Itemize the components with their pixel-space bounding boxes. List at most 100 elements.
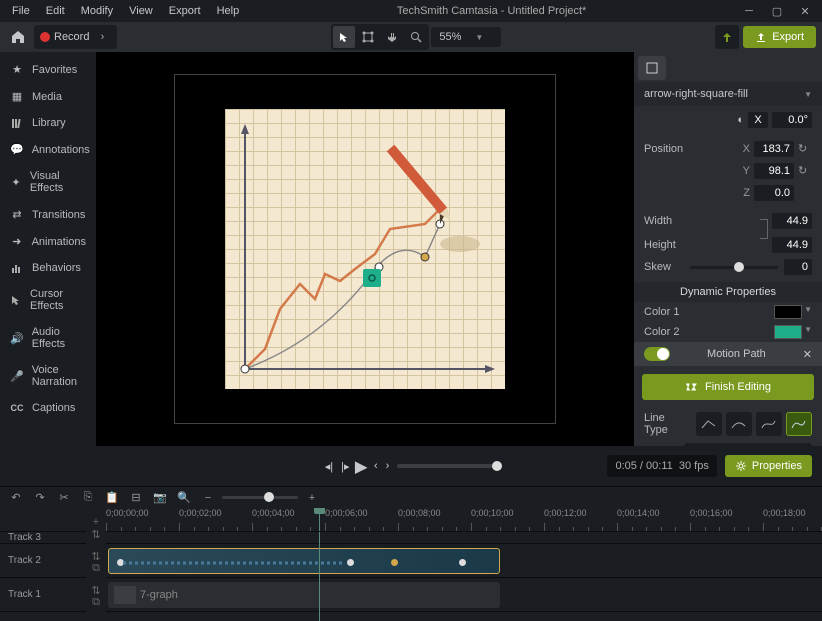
properties-button[interactable]: Properties <box>725 455 812 477</box>
media-clip[interactable]: 7-graph <box>108 582 500 608</box>
track-options-button[interactable]: ⇅ <box>86 528 106 540</box>
reset-icon[interactable]: ↻ <box>798 142 812 156</box>
main-toolbar: Record › 55% ▼ Export <box>0 22 822 52</box>
timeline-tracks[interactable]: 0;00;05;27 0;00;00;000;00;02;000;00;04;0… <box>106 508 822 621</box>
line-type-straight[interactable] <box>696 412 722 436</box>
menu-export[interactable]: Export <box>161 2 209 20</box>
chevron-down-icon[interactable]: ▼ <box>804 90 812 99</box>
play-button[interactable]: ▶ <box>355 456 368 476</box>
track-options-button[interactable]: ⇅ <box>86 584 106 596</box>
color1-swatch[interactable] <box>774 305 802 319</box>
line-type-custom[interactable] <box>786 412 812 436</box>
close-panel-icon[interactable]: ✕ <box>803 348 812 361</box>
rotation-value-field[interactable]: 0.0° <box>772 112 812 128</box>
export-button[interactable]: Export <box>743 26 816 48</box>
canvas-area[interactable] <box>96 52 634 446</box>
track-2-row[interactable] <box>106 544 822 578</box>
reset-icon[interactable]: ↻ <box>798 164 812 178</box>
home-button[interactable] <box>6 25 30 49</box>
zoom-out-button[interactable]: − <box>200 492 216 504</box>
copy-button[interactable]: ⎘ <box>80 491 96 504</box>
sidebar-item-transitions[interactable]: ⇄Transitions <box>0 201 96 228</box>
lock-aspect-icon[interactable] <box>760 219 768 239</box>
crop-tool[interactable] <box>357 26 379 48</box>
sidebar-item-audioeffects[interactable]: 🔊Audio Effects <box>0 319 96 357</box>
menu-help[interactable]: Help <box>209 2 248 20</box>
color2-swatch[interactable] <box>774 325 802 339</box>
next-frame-button[interactable]: |▸ <box>341 460 349 473</box>
track-label-2[interactable]: Track 2 <box>0 544 86 578</box>
sidebar-item-behaviors[interactable]: Behaviors <box>0 255 96 281</box>
track-options-button[interactable]: ⇅ <box>86 550 106 562</box>
maximize-icon[interactable]: ▢ <box>764 2 790 20</box>
line-type-bezier[interactable] <box>756 412 782 436</box>
finish-editing-button[interactable]: Finish Editing <box>642 374 814 400</box>
playhead[interactable]: 0;00;05;27 <box>319 508 320 531</box>
snapshot-button[interactable]: 📷 <box>152 491 168 504</box>
next-marker-button[interactable]: › <box>386 460 390 472</box>
magnify-tool[interactable] <box>405 26 427 48</box>
properties-tab-visual[interactable] <box>638 56 666 80</box>
width-field[interactable]: 44.9 <box>772 213 812 229</box>
position-x-field[interactable]: 183.7 <box>754 141 794 157</box>
timeline-ruler[interactable]: 0;00;05;27 0;00;00;000;00;02;000;00;04;0… <box>106 508 822 532</box>
track-link-button[interactable]: ⧉ <box>86 562 106 574</box>
annotation-icon: 💬 <box>10 143 24 156</box>
playback-scrubber[interactable] <box>397 464 497 468</box>
sidebar-item-annotations[interactable]: 💬Annotations <box>0 136 96 163</box>
zoom-select[interactable]: 55% ▼ <box>431 27 501 47</box>
sidebar-item-visualeffects[interactable]: ✦Visual Effects <box>0 163 96 201</box>
timeline-zoom-slider[interactable] <box>222 496 298 499</box>
minimize-icon[interactable]: ─ <box>736 2 762 20</box>
track-link-button[interactable]: ⧉ <box>86 596 106 608</box>
undo-button[interactable]: ↶ <box>8 491 24 504</box>
menu-view[interactable]: View <box>121 2 161 20</box>
sidebar-item-animations[interactable]: ➜Animations <box>0 228 96 255</box>
sidebar-item-library[interactable]: Library <box>0 110 96 136</box>
zoom-in-button[interactable]: + <box>304 492 320 504</box>
width-label: Width <box>644 215 672 227</box>
sidebar-item-cursoreffects[interactable]: Cursor Effects <box>0 281 96 319</box>
easing-select[interactable]: Ease None ▼ <box>684 443 812 446</box>
track-3-row[interactable] <box>106 532 822 544</box>
upload-button[interactable] <box>715 25 739 49</box>
paste-button[interactable]: 📋 <box>104 491 120 504</box>
timeline: Track 3 Track 2 Track 1 + ⇅ ⇅ ⧉ ⇅ ⧉ 0;00… <box>0 508 822 621</box>
sidebar-item-media[interactable]: ▦Media <box>0 83 96 110</box>
add-track-button[interactable]: + <box>86 516 106 528</box>
prev-marker-button[interactable]: ‹ <box>374 460 378 472</box>
redo-button[interactable]: ↷ <box>32 491 48 504</box>
motion-path-toggle[interactable] <box>644 347 670 361</box>
color2-dropdown[interactable]: ▼ <box>804 325 812 339</box>
menu-edit[interactable]: Edit <box>38 2 73 20</box>
skew-field[interactable]: 0 <box>784 259 812 275</box>
skew-slider[interactable] <box>690 266 778 269</box>
rotation-axis-select[interactable]: X <box>748 112 768 128</box>
color1-dropdown[interactable]: ▼ <box>804 305 812 319</box>
select-tool[interactable] <box>333 26 355 48</box>
prev-frame-button[interactable]: ◂| <box>325 460 333 473</box>
motion-path-clip[interactable] <box>108 548 500 574</box>
height-field[interactable]: 44.9 <box>772 237 812 253</box>
sidebar-item-captions[interactable]: CCCaptions <box>0 395 96 421</box>
pan-tool[interactable] <box>381 26 403 48</box>
position-y-field[interactable]: 98.1 <box>754 163 794 179</box>
sidebar-item-voicenarration[interactable]: 🎤Voice Narration <box>0 357 96 395</box>
line-type-smooth[interactable] <box>726 412 752 436</box>
rotation-dial-icon[interactable]: ◐ <box>737 114 744 126</box>
canvas-content[interactable] <box>225 109 505 389</box>
track-1-row[interactable]: 7-graph <box>106 578 822 612</box>
track-label-1[interactable]: Track 1 <box>0 578 86 612</box>
menu-file[interactable]: File <box>4 2 38 20</box>
record-options-chevron[interactable]: › <box>93 28 111 46</box>
split-button[interactable]: ⊟ <box>128 491 144 504</box>
track-label-3[interactable]: Track 3 <box>0 532 86 544</box>
color2-label: Color 2 <box>644 326 679 338</box>
close-icon[interactable]: ✕ <box>792 2 818 20</box>
cut-button[interactable]: ✂ <box>56 491 72 504</box>
record-button[interactable]: Record <box>40 31 89 43</box>
search-button[interactable]: 🔍 <box>176 491 192 504</box>
menu-modify[interactable]: Modify <box>73 2 121 20</box>
sidebar-item-favorites[interactable]: ★Favorites <box>0 56 96 83</box>
position-z-field[interactable]: 0.0 <box>754 185 794 201</box>
